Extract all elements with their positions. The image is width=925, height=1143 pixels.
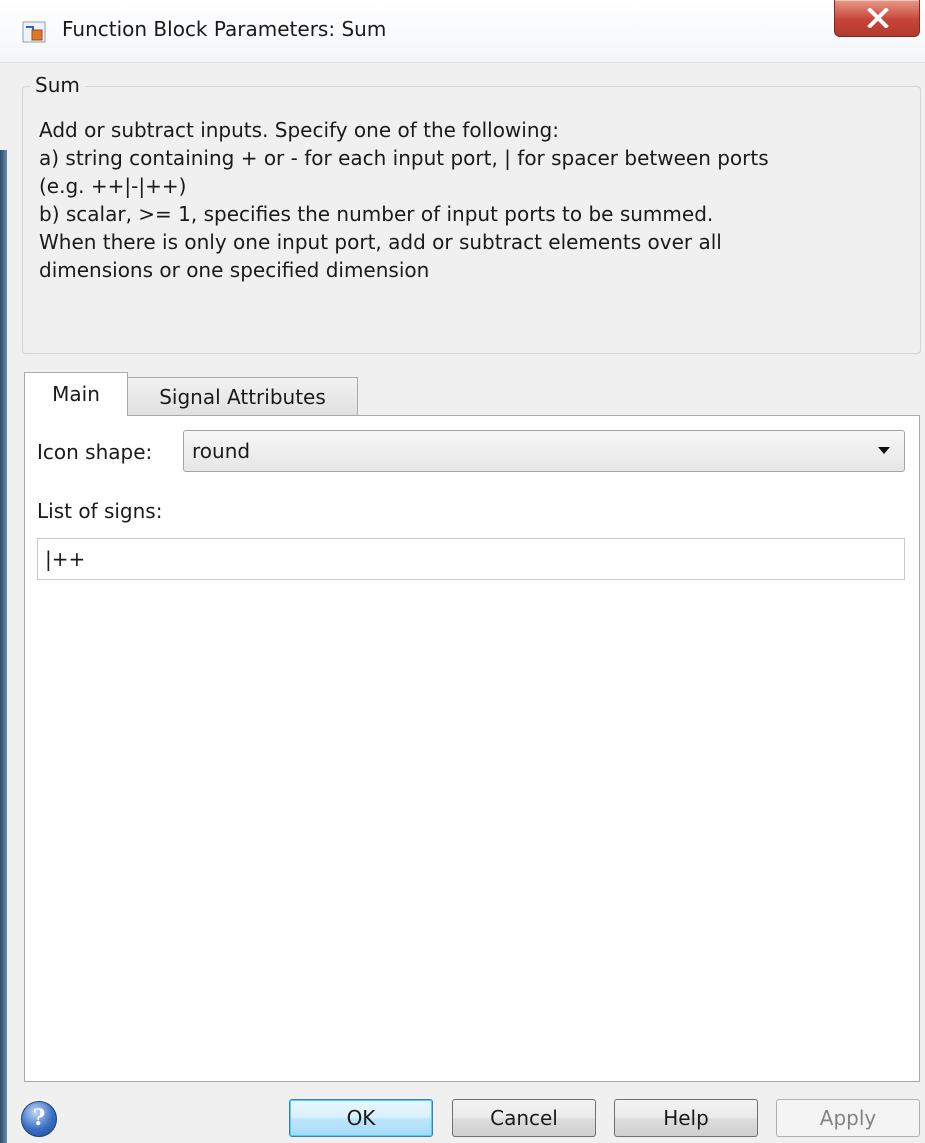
ok-button[interactable]: OK <box>289 1099 433 1137</box>
description-line: b) scalar, >= 1, specifies the number of… <box>39 202 714 226</box>
window-edge <box>0 150 7 1143</box>
help-button[interactable]: Help <box>614 1099 758 1137</box>
help-question-icon[interactable]: ? <box>21 1101 57 1137</box>
description-line: a) string containing + or - for each inp… <box>39 146 769 170</box>
icon-shape-dropdown[interactable]: round <box>183 430 905 472</box>
icon-shape-label: Icon shape: <box>37 440 153 464</box>
cancel-button[interactable]: Cancel <box>452 1099 596 1137</box>
list-of-signs-input[interactable]: |++ <box>37 538 905 580</box>
close-x-icon <box>867 8 889 28</box>
apply-button[interactable]: Apply <box>776 1099 920 1137</box>
icon-shape-value: round <box>192 439 251 463</box>
chevron-down-icon <box>878 447 890 454</box>
block-description: Add or subtract inputs. Specify one of t… <box>39 116 909 284</box>
list-of-signs-label: List of signs: <box>37 499 163 523</box>
description-line: dimensions or one specified dimension <box>39 258 430 282</box>
window-title: Function Block Parameters: Sum <box>62 17 387 41</box>
simulink-block-icon <box>22 21 46 43</box>
tab-main[interactable]: Main <box>24 372 128 416</box>
tab-signal-attributes[interactable]: Signal Attributes <box>128 377 358 416</box>
dialog-window: Function Block Parameters: Sum Sum Add o… <box>0 0 925 1143</box>
description-line: Add or subtract inputs. Specify one of t… <box>39 118 559 142</box>
close-button[interactable] <box>834 0 920 37</box>
title-bar[interactable]: Function Block Parameters: Sum <box>0 0 925 63</box>
description-line: (e.g. ++|-|++) <box>39 174 187 198</box>
group-label: Sum <box>30 73 85 97</box>
description-line: When there is only one input port, add o… <box>39 230 722 254</box>
